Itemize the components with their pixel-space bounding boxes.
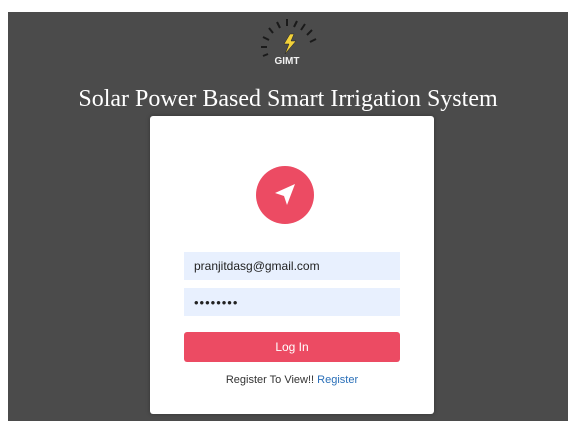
email-field[interactable] <box>184 252 400 280</box>
login-screen: GIMT Solar Power Based Smart Irrigation … <box>8 12 568 421</box>
page-title: Solar Power Based Smart Irrigation Syste… <box>78 86 498 112</box>
navigation-arrow-icon <box>256 166 314 224</box>
register-prompt: Register To View!! <box>225 374 315 386</box>
logo-text: GIMT <box>275 56 300 67</box>
password-field[interactable] <box>184 288 400 316</box>
register-link[interactable]: Register <box>317 374 358 386</box>
register-row: Register To View!! Register <box>150 374 434 386</box>
login-button[interactable]: Log In <box>184 332 400 362</box>
gimt-logo: GIMT <box>250 14 324 76</box>
login-card: Log In Register To View!! Register <box>150 116 434 414</box>
